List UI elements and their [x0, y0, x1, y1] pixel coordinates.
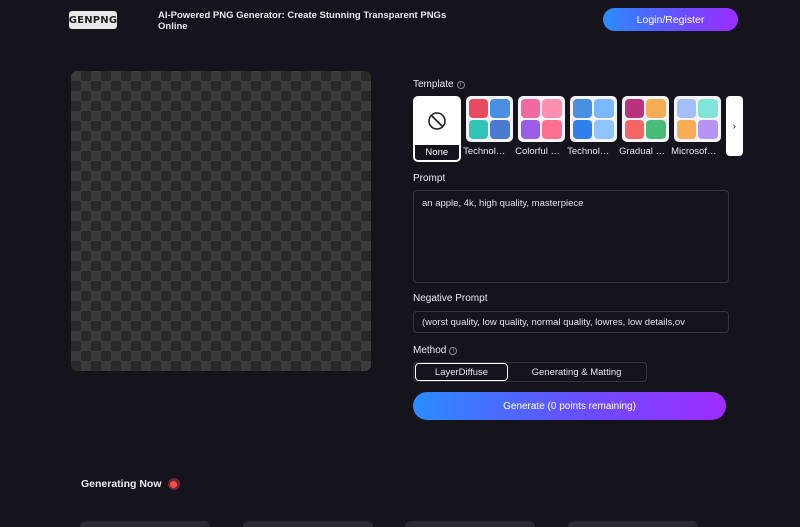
template-label: Template i	[413, 79, 465, 90]
tpl-tile	[698, 120, 718, 139]
negative-prompt-label: Negative Prompt	[413, 293, 488, 304]
method-toggle: LayerDiffuse Generating & Matting	[413, 362, 647, 382]
method-label-text: Method	[413, 345, 447, 356]
generating-card[interactable]	[405, 521, 535, 527]
template-label-text: Template	[413, 79, 454, 90]
template-item[interactable]: Technol…	[463, 96, 513, 158]
generating-cards	[80, 521, 700, 527]
generating-card[interactable]	[568, 521, 698, 527]
template-thumb	[673, 96, 721, 142]
generate-button[interactable]: Generate (0 points remaining)	[413, 392, 726, 420]
tpl-tile	[646, 99, 666, 118]
method-option-layerdiffuse[interactable]: LayerDiffuse	[415, 363, 508, 381]
method-option-generating-matting[interactable]: Generating & Matting	[508, 363, 645, 381]
tpl-tile	[542, 99, 562, 118]
template-item[interactable]: Technol…	[567, 96, 617, 158]
site-tagline: AI-Powered PNG Generator: Create Stunnin…	[158, 10, 447, 32]
info-icon[interactable]: i	[449, 346, 458, 355]
tpl-tile	[676, 99, 697, 118]
negative-prompt-input[interactable]: (worst quality, low quality, normal qual…	[413, 311, 729, 333]
logo[interactable]: GENPNG	[69, 11, 117, 29]
info-icon[interactable]: i	[456, 80, 465, 89]
live-indicator-icon	[167, 478, 180, 490]
template-list: None Technol… Colorful … Technol… Gradua…	[413, 96, 743, 162]
prompt-label: Prompt	[413, 173, 446, 184]
template-item-label: Microsof…	[671, 146, 717, 157]
tpl-tile	[594, 99, 614, 118]
tpl-tile	[468, 99, 489, 118]
template-item-label: Technol…	[567, 146, 610, 157]
generating-card[interactable]	[80, 521, 210, 527]
template-item[interactable]: Colorful …	[515, 96, 565, 158]
tpl-tile	[698, 99, 718, 118]
tpl-tile	[542, 120, 562, 139]
template-item[interactable]: Gradual …	[619, 96, 669, 158]
tpl-tile	[468, 120, 489, 139]
template-next-button[interactable]: ›	[725, 96, 743, 156]
tpl-tile	[624, 120, 645, 139]
generating-now-label: Generating Now	[81, 478, 162, 490]
tpl-tile	[520, 120, 541, 139]
template-item-label: Gradual …	[619, 146, 666, 157]
none-thumb	[415, 98, 459, 144]
template-none[interactable]: None	[413, 96, 461, 162]
template-thumb	[569, 96, 617, 142]
login-register-button[interactable]: Login/Register	[603, 8, 738, 31]
template-item-label: Technol…	[463, 146, 506, 157]
tpl-tile	[572, 99, 593, 118]
tpl-tile	[676, 120, 697, 139]
tpl-tile	[490, 120, 510, 139]
tpl-tile	[594, 120, 614, 139]
template-thumb	[465, 96, 513, 142]
prompt-textarea[interactable]: an apple, 4k, high quality, masterpiece	[413, 190, 729, 283]
method-label: Method i	[413, 345, 458, 356]
tpl-tile	[572, 120, 593, 139]
ban-icon	[427, 112, 446, 130]
template-thumb	[517, 96, 565, 142]
template-item[interactable]: Microsof…	[671, 96, 721, 158]
chevron-right-icon: ›	[732, 120, 736, 132]
template-thumb	[621, 96, 669, 142]
tpl-tile	[624, 99, 645, 118]
generating-card[interactable]	[243, 521, 373, 527]
template-item-label: Colorful …	[515, 146, 560, 157]
transparent-preview-canvas	[71, 71, 371, 371]
template-none-label: None	[415, 144, 459, 160]
tpl-tile	[490, 99, 510, 118]
tpl-tile	[646, 120, 666, 139]
generating-now-header: Generating Now	[81, 478, 180, 490]
tpl-tile	[520, 99, 541, 118]
